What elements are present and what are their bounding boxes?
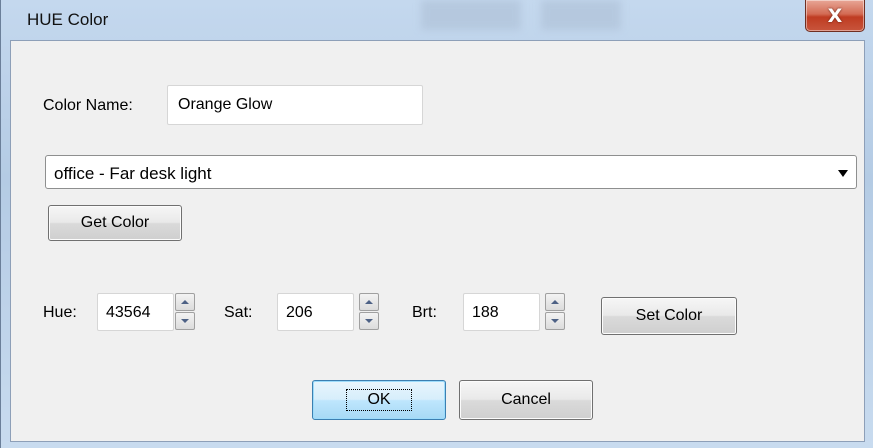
dialog-body: Color Name: office - Far desk light Get … xyxy=(10,40,865,442)
brt-label: Brt: xyxy=(412,304,437,321)
arrow-down-icon[interactable] xyxy=(545,312,565,330)
sat-stepper[interactable] xyxy=(359,293,379,331)
sat-input[interactable]: 206 xyxy=(277,293,354,331)
arrow-up-icon[interactable] xyxy=(175,293,195,311)
color-name-input[interactable] xyxy=(167,85,423,125)
background-blur xyxy=(421,0,521,30)
get-color-label: Get Color xyxy=(80,214,150,231)
light-select[interactable]: office - Far desk light xyxy=(45,155,857,189)
background-blur xyxy=(541,0,621,30)
close-icon: X xyxy=(827,4,843,27)
ok-label: OK xyxy=(346,389,412,411)
color-name-label: Color Name: xyxy=(43,97,133,114)
get-color-button[interactable]: Get Color xyxy=(48,205,182,241)
close-button[interactable]: X xyxy=(805,0,865,32)
brt-stepper[interactable] xyxy=(545,293,565,331)
hue-label: Hue: xyxy=(43,304,77,321)
cancel-label: Cancel xyxy=(501,391,551,408)
arrow-down-icon[interactable] xyxy=(359,312,379,330)
arrow-up-icon[interactable] xyxy=(359,293,379,311)
chevron-down-icon xyxy=(838,170,848,177)
arrow-up-icon[interactable] xyxy=(545,293,565,311)
hue-input[interactable]: 43564 xyxy=(97,293,174,331)
light-select-value: office - Far desk light xyxy=(54,164,212,183)
set-color-label: Set Color xyxy=(635,307,703,324)
set-color-button[interactable]: Set Color xyxy=(601,297,737,335)
sat-label: Sat: xyxy=(224,304,253,321)
dialog-window: HUE Color X Color Name: office - Far des… xyxy=(0,0,873,448)
hue-stepper[interactable] xyxy=(175,293,195,331)
window-title: HUE Color xyxy=(27,10,109,29)
ok-button[interactable]: OK xyxy=(312,380,446,420)
brt-input[interactable]: 188 xyxy=(463,293,540,331)
cancel-button[interactable]: Cancel xyxy=(459,380,593,420)
arrow-down-icon[interactable] xyxy=(175,312,195,330)
